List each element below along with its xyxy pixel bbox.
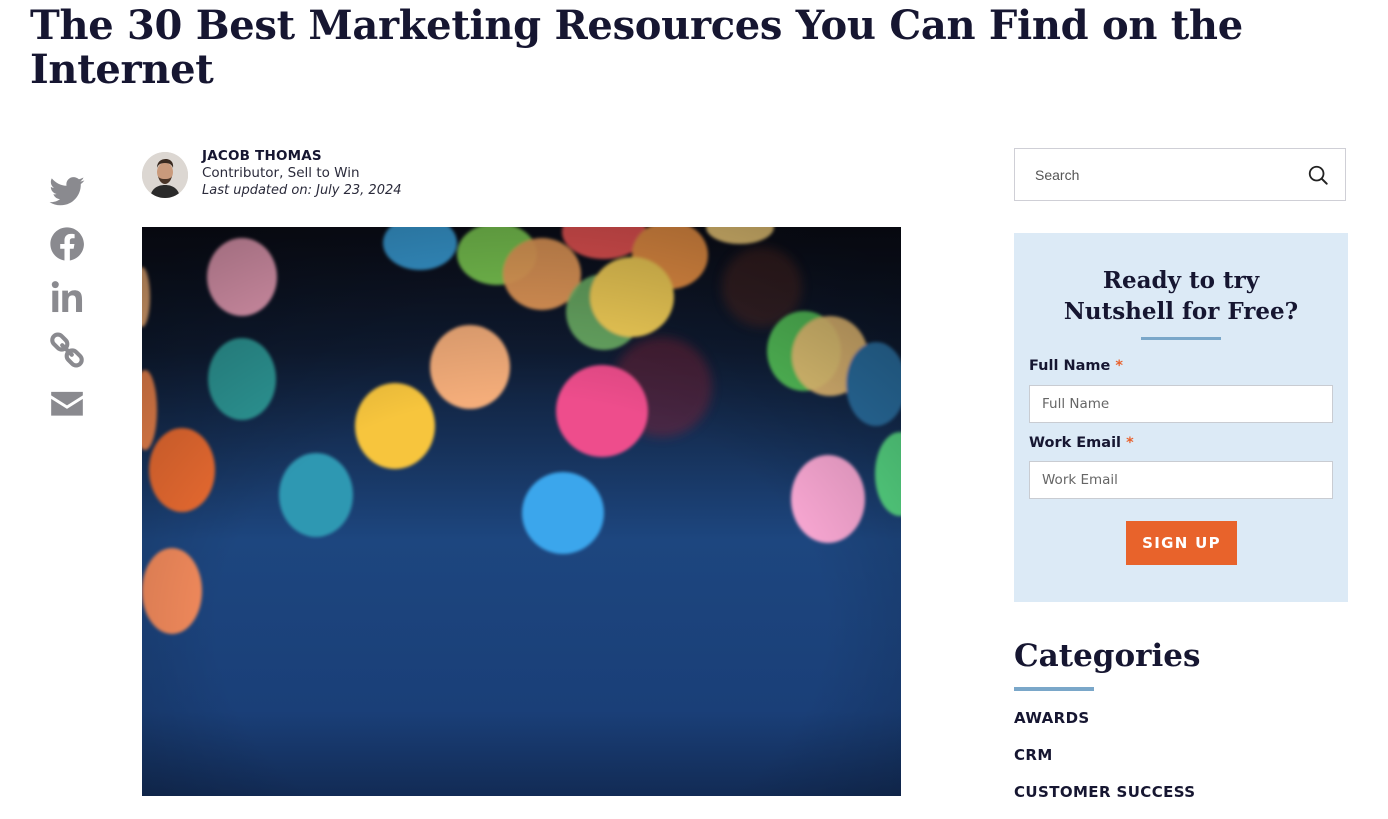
signup-title-line1: Ready to try (1102, 267, 1260, 294)
share-email-button[interactable] (48, 384, 86, 422)
categories-heading: Categories (1014, 638, 1201, 674)
share-linkedin-button[interactable] (48, 278, 86, 316)
full-name-label: Full Name * (1029, 358, 1123, 374)
work-email-label: Work Email * (1029, 435, 1134, 451)
search-icon[interactable] (1307, 164, 1329, 186)
required-marker: * (1115, 358, 1124, 374)
link-icon (50, 332, 84, 368)
avatar (142, 152, 188, 198)
author-role: Contributor, Sell to Win (202, 165, 360, 181)
list-item: CRM (1014, 745, 1196, 782)
twitter-icon (49, 177, 85, 206)
linkedin-icon (51, 281, 83, 313)
share-buttons (48, 172, 86, 437)
email-icon (51, 391, 83, 416)
share-facebook-button[interactable] (48, 225, 86, 263)
search-input[interactable] (1015, 149, 1305, 200)
categories-divider (1014, 687, 1094, 691)
categories-list: AWARDS CRM CUSTOMER SUCCESS (1014, 708, 1196, 819)
signup-title: Ready to try Nutshell for Free? (1014, 265, 1348, 327)
last-updated-date: Last updated on: July 23, 2024 (202, 183, 402, 198)
full-name-label-text: Full Name (1029, 358, 1111, 374)
article-title: The 30 Best Marketing Resources You Can … (30, 2, 1243, 93)
required-marker: * (1126, 435, 1134, 451)
search-box (1014, 148, 1346, 201)
list-item: CUSTOMER SUCCESS (1014, 782, 1196, 819)
category-link-customer-success[interactable]: CUSTOMER SUCCESS (1014, 783, 1196, 801)
hero-image (142, 227, 901, 796)
work-email-field[interactable] (1029, 461, 1333, 499)
work-email-label-text: Work Email (1029, 435, 1122, 451)
author-name[interactable]: JACOB THOMAS (202, 148, 322, 164)
sign-up-button[interactable]: SIGN UP (1126, 521, 1237, 565)
signup-card: Ready to try Nutshell for Free? Full Nam… (1014, 233, 1348, 602)
share-twitter-button[interactable] (48, 172, 86, 210)
copy-link-button[interactable] (48, 331, 86, 369)
facebook-icon (50, 227, 84, 261)
category-link-awards[interactable]: AWARDS (1014, 709, 1090, 727)
signup-title-line2: Nutshell for Free? (1063, 298, 1299, 325)
category-link-crm[interactable]: CRM (1014, 746, 1053, 764)
list-item: AWARDS (1014, 708, 1196, 745)
title-divider (1141, 337, 1221, 340)
full-name-field[interactable] (1029, 385, 1333, 423)
